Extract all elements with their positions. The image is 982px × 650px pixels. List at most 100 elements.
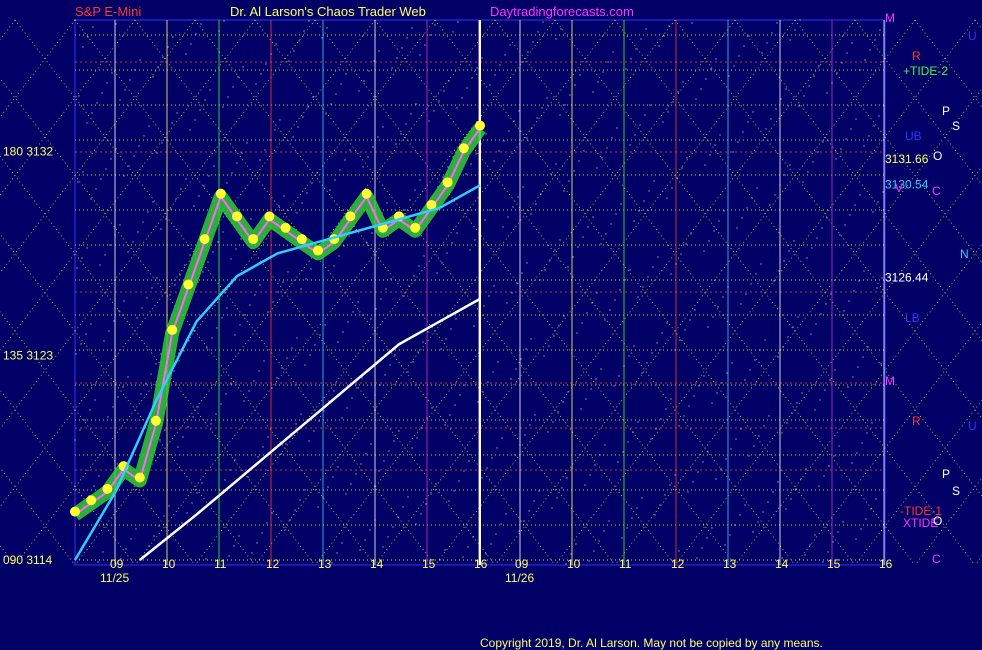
star-dot — [393, 440, 395, 442]
star-dot — [866, 432, 868, 434]
star-dot — [752, 111, 754, 113]
star-dot — [830, 293, 832, 295]
star-dot — [415, 523, 417, 525]
star-dot — [755, 273, 757, 275]
star-dot — [389, 364, 391, 366]
star-dot — [700, 88, 702, 90]
right-tag: V — [895, 181, 903, 195]
star-dot — [397, 516, 399, 518]
star-dot — [558, 325, 560, 327]
star-dot — [196, 492, 198, 494]
star-dot — [821, 227, 823, 229]
star-dot — [219, 489, 221, 491]
star-dot — [190, 43, 192, 45]
star-dot — [99, 264, 101, 266]
star-dot — [767, 501, 769, 503]
star-dot — [210, 423, 212, 425]
star-dot — [132, 241, 134, 243]
star-dot — [391, 67, 393, 69]
star-dot — [472, 536, 474, 538]
star-dot — [585, 398, 587, 400]
star-dot — [475, 153, 477, 155]
star-dot — [858, 280, 860, 282]
star-dot — [374, 394, 376, 396]
star-dot — [855, 538, 857, 540]
star-dot — [799, 19, 801, 21]
star-dot — [91, 112, 93, 114]
star-dot — [707, 451, 709, 453]
star-dot — [166, 132, 168, 134]
star-dot — [652, 266, 654, 268]
star-dot — [579, 74, 581, 76]
star-dot — [618, 375, 620, 377]
star-dot — [118, 310, 120, 312]
star-dot — [249, 304, 251, 306]
star-dot — [686, 157, 688, 159]
star-dot — [215, 413, 217, 415]
star-dot — [514, 454, 516, 456]
star-dot — [230, 258, 232, 260]
star-dot — [832, 541, 834, 543]
star-dot — [87, 36, 89, 38]
price-point — [86, 495, 97, 506]
star-dot — [213, 165, 215, 167]
star-dot — [523, 520, 525, 522]
star-dot — [525, 348, 527, 350]
star-dot — [430, 493, 432, 495]
x-tick-label: 13 — [318, 557, 332, 571]
star-dot — [288, 60, 290, 62]
star-dot — [643, 200, 645, 202]
star-dot — [198, 195, 200, 197]
star-dot — [321, 37, 323, 39]
star-dot — [187, 426, 189, 428]
star-dot — [641, 372, 643, 374]
star-dot — [549, 259, 551, 261]
star-dot — [329, 189, 331, 191]
star-dot — [670, 273, 672, 275]
star-dot — [102, 551, 104, 553]
star-dot — [668, 25, 670, 27]
star-dot — [874, 39, 876, 41]
right-tag: N — [960, 247, 969, 261]
star-dot — [760, 263, 762, 265]
star-dot — [526, 137, 528, 139]
star-dot — [159, 439, 161, 441]
star-dot — [208, 175, 210, 177]
star-dot — [470, 163, 472, 165]
star-dot — [662, 121, 664, 123]
star-dot — [522, 186, 524, 188]
star-dot — [663, 35, 665, 37]
star-dot — [735, 438, 737, 440]
site-url-link[interactable]: Daytradingforecasts.com — [490, 4, 634, 19]
star-dot — [417, 351, 419, 353]
star-dot — [786, 422, 788, 424]
star-dot — [122, 386, 124, 388]
star-dot — [616, 127, 618, 129]
star-dot — [168, 505, 170, 507]
x-tick-label: 11 — [214, 557, 227, 571]
star-dot — [556, 497, 558, 499]
star-dot — [233, 545, 235, 547]
star-dot — [260, 73, 262, 75]
star-dot — [388, 450, 390, 452]
star-dot — [264, 149, 266, 151]
star-dot — [818, 485, 820, 487]
star-dot — [816, 237, 818, 239]
star-dot — [543, 355, 545, 357]
star-dot — [833, 455, 835, 457]
star-dot — [404, 209, 406, 211]
price-point — [458, 143, 469, 154]
star-dot — [877, 201, 879, 203]
star-dot — [337, 466, 339, 468]
star-dot — [741, 217, 743, 219]
star-dot — [468, 460, 470, 462]
star-dot — [664, 494, 666, 496]
price-point — [102, 483, 113, 494]
star-dot — [438, 100, 440, 102]
star-dot — [202, 271, 204, 273]
star-dot — [494, 74, 496, 76]
star-dot — [855, 118, 857, 120]
star-dot — [829, 379, 831, 381]
star-dot — [636, 507, 638, 509]
star-dot — [481, 57, 483, 59]
